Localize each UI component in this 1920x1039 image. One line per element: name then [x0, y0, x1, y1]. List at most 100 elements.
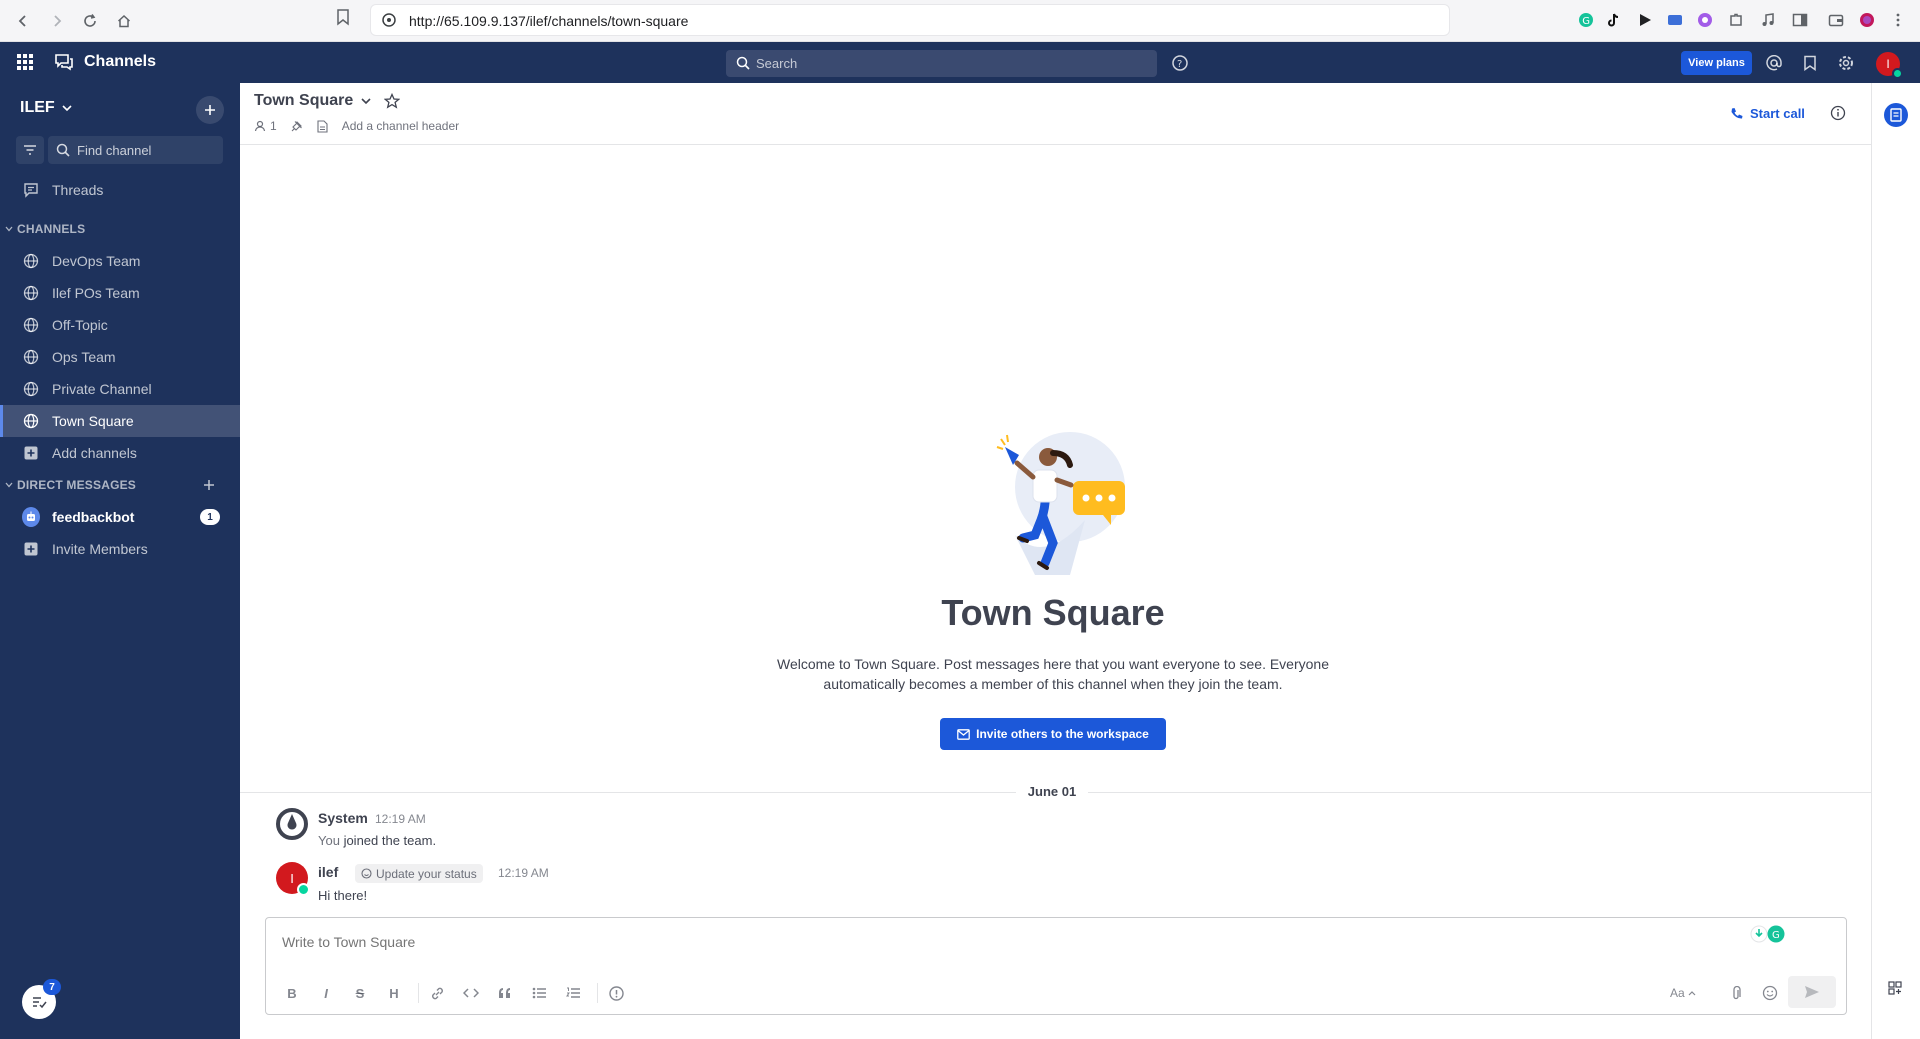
- add-direct-message-icon[interactable]: [200, 476, 218, 494]
- invite-button-label: Invite others to the workspace: [976, 727, 1149, 741]
- update-status-button[interactable]: Update your status: [355, 864, 483, 883]
- post-timestamp[interactable]: 12:19 AM: [375, 812, 426, 826]
- sidebar-item-devops-team[interactable]: DevOps Team: [0, 245, 240, 277]
- ilef-avatar[interactable]: I: [276, 862, 310, 896]
- heading-button[interactable]: H: [380, 980, 408, 1006]
- grammarly-widget[interactable]: G: [1749, 924, 1789, 944]
- sidebar-item-feedbackbot[interactable]: feedbackbot 1: [0, 501, 240, 533]
- marketplace-apps-icon[interactable]: [1888, 981, 1902, 1000]
- send-button[interactable]: [1788, 976, 1836, 1008]
- sidebar-item-private-channel[interactable]: Private Channel: [0, 373, 240, 405]
- circle-extension-icon[interactable]: [1695, 10, 1715, 30]
- mentions-icon[interactable]: [1764, 53, 1784, 73]
- screen-extension-icon[interactable]: [1665, 10, 1685, 30]
- home-icon[interactable]: [111, 8, 137, 34]
- formatting-toggle-label: Aa: [1670, 986, 1685, 1000]
- start-call-label: Start call: [1750, 106, 1805, 121]
- user-avatar-initial: I: [1886, 57, 1890, 71]
- sidebar-item-label: feedbackbot: [52, 509, 135, 525]
- channel-name: Town Square: [254, 92, 354, 109]
- sidebar-toggle-icon[interactable]: [1790, 10, 1810, 30]
- message-priority-icon[interactable]: [602, 980, 630, 1006]
- sidebar-item-ops-team[interactable]: Ops Team: [0, 341, 240, 373]
- product-menu-icon[interactable]: [17, 54, 33, 75]
- plus-box-icon: [22, 540, 40, 558]
- pinned-messages-button[interactable]: [291, 120, 303, 132]
- start-call-button[interactable]: Start call: [1730, 106, 1805, 121]
- back-icon[interactable]: [10, 8, 36, 34]
- attachment-icon[interactable]: [1723, 980, 1749, 1006]
- onboarding-launcher-button[interactable]: 7: [22, 979, 61, 1019]
- settings-gear-icon[interactable]: [1836, 53, 1856, 73]
- globe-icon: [22, 316, 40, 334]
- sidebar-item-town-square[interactable]: Town Square: [0, 405, 240, 437]
- emoji-icon[interactable]: [1757, 980, 1783, 1006]
- globe-icon: [22, 380, 40, 398]
- playbooks-app-icon[interactable]: [1884, 103, 1908, 127]
- chevron-down-icon: [361, 98, 371, 105]
- sidebar-item-threads[interactable]: Threads: [0, 174, 240, 206]
- global-search[interactable]: Search: [726, 50, 1157, 77]
- grammarly-icon: G: [1750, 925, 1785, 943]
- italic-button[interactable]: I: [312, 980, 340, 1006]
- category-label: CHANNELS: [17, 222, 86, 236]
- view-plans-button[interactable]: View plans: [1681, 51, 1752, 75]
- add-button[interactable]: [196, 96, 224, 124]
- wallet-icon[interactable]: [1826, 10, 1846, 30]
- channels-category-heading[interactable]: CHANNELS: [5, 222, 85, 236]
- address-bar[interactable]: http://65.109.9.137/ilef/channels/town-s…: [370, 4, 1450, 36]
- menu-icon[interactable]: [1888, 10, 1908, 30]
- sidebar-item-add-channels[interactable]: Add channels: [0, 437, 240, 469]
- message-input[interactable]: [282, 934, 1582, 950]
- channel-files-button[interactable]: [317, 119, 328, 133]
- profile-icon[interactable]: [1857, 10, 1877, 30]
- favorite-star-icon[interactable]: [383, 92, 401, 114]
- post-username[interactable]: ilef: [318, 864, 338, 880]
- user-avatar[interactable]: I: [1876, 52, 1903, 79]
- numbered-list-icon[interactable]: [559, 980, 587, 1006]
- help-icon[interactable]: ?: [1170, 53, 1190, 73]
- quote-icon[interactable]: [491, 980, 519, 1006]
- globe-icon: [22, 284, 40, 302]
- post-timestamp[interactable]: 12:19 AM: [498, 866, 549, 880]
- unread-badge: 1: [200, 509, 220, 525]
- find-channel-placeholder: Find channel: [77, 143, 152, 158]
- channel-info-icon[interactable]: [1830, 105, 1846, 126]
- invite-others-button[interactable]: Invite others to the workspace: [940, 718, 1166, 750]
- message-composer: G B I S H Aa: [265, 917, 1847, 1015]
- bold-button[interactable]: B: [278, 980, 306, 1006]
- strikethrough-button[interactable]: S: [346, 980, 374, 1006]
- code-icon[interactable]: [457, 980, 485, 1006]
- sidebar-item-ilef-pos-team[interactable]: Ilef POs Team: [0, 277, 240, 309]
- saved-messages-icon[interactable]: [1800, 53, 1820, 73]
- member-count-button[interactable]: 1: [254, 119, 277, 133]
- bulleted-list-icon[interactable]: [525, 980, 553, 1006]
- music-icon[interactable]: [1758, 10, 1778, 30]
- online-status-icon: [1892, 68, 1903, 79]
- bookmark-icon[interactable]: [335, 8, 351, 31]
- tiktok-extension-icon[interactable]: [1603, 10, 1623, 30]
- reload-icon[interactable]: [77, 8, 103, 34]
- play-extension-icon[interactable]: [1635, 10, 1655, 30]
- formatting-toggle-button[interactable]: Aa: [1670, 980, 1696, 1006]
- sidebar-item-invite-members[interactable]: Invite Members: [0, 533, 240, 565]
- channel-name-menu[interactable]: Town Square: [254, 92, 371, 110]
- add-channel-header-link[interactable]: Add a channel header: [342, 119, 459, 133]
- post-message-prefix[interactable]: You: [318, 833, 340, 848]
- sidebar-item-off-topic[interactable]: Off-Topic: [0, 309, 240, 341]
- team-menu[interactable]: ILEF: [20, 99, 72, 117]
- link-icon[interactable]: [423, 980, 451, 1006]
- sidebar-item-label: Off-Topic: [52, 317, 108, 333]
- puzzle-extension-icon[interactable]: [1726, 10, 1746, 30]
- site-info-icon[interactable]: [381, 12, 397, 33]
- find-channel-input[interactable]: Find channel: [48, 136, 223, 164]
- grammarly-extension-icon[interactable]: G: [1576, 10, 1596, 30]
- plus-icon: [205, 105, 215, 115]
- mattermost-logo-icon: [276, 808, 308, 840]
- post-username[interactable]: System: [318, 810, 368, 826]
- post-message-text: joined the team.: [343, 833, 437, 848]
- channel-filter-button[interactable]: [16, 136, 44, 164]
- forward-icon[interactable]: [44, 8, 70, 34]
- direct-messages-category-heading[interactable]: DIRECT MESSAGES: [5, 478, 136, 492]
- system-avatar: [276, 808, 308, 840]
